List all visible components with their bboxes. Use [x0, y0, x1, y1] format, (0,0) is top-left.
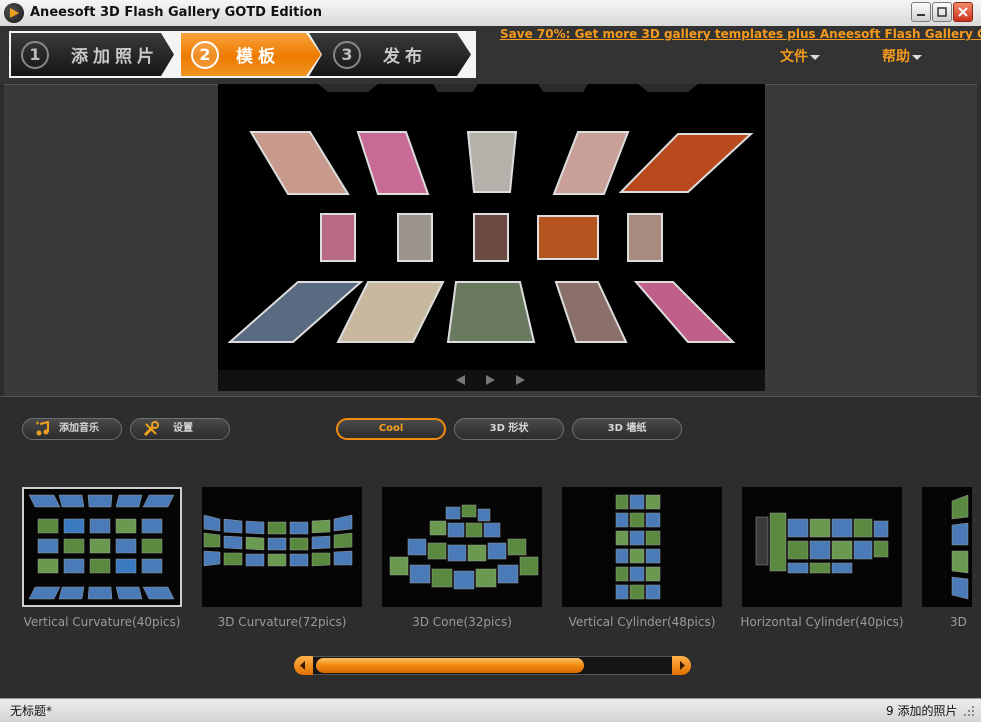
maximize-icon — [937, 7, 947, 17]
chevron-down-icon — [810, 54, 820, 60]
tab-3d-wallpaper[interactable]: 3D 墙纸 — [572, 418, 682, 440]
photo-row-top — [249, 131, 754, 195]
close-icon — [958, 7, 968, 17]
scroll-right-button[interactable] — [672, 656, 691, 675]
chevron-down-icon — [912, 54, 922, 60]
step-publish[interactable]: 3 发布 — [309, 33, 471, 76]
document-status: 无标题* — [10, 704, 53, 718]
minimize-button[interactable] — [911, 2, 931, 22]
template-name: Horizontal Cylinder(40pics) — [740, 615, 904, 629]
template-thumbnail — [389, 504, 539, 590]
template-vertical-curvature[interactable] — [22, 487, 182, 607]
template-name: 3D — [950, 615, 967, 629]
close-button[interactable] — [953, 2, 973, 22]
add-music-label: 添加音乐 — [59, 423, 99, 434]
window-title: Aneesoft 3D Flash Gallery GOTD Edition — [30, 5, 322, 20]
play-icon[interactable] — [486, 375, 495, 385]
minimize-icon — [917, 14, 925, 16]
template-3d-curvature[interactable] — [202, 487, 362, 607]
step-label: 模板 — [236, 47, 280, 67]
template-3d-cone[interactable] — [382, 487, 542, 607]
template-thumbnail — [951, 494, 969, 600]
photo-row-middle — [320, 213, 663, 262]
gallery-preview[interactable] — [218, 84, 765, 391]
menu-file[interactable]: 文件 — [780, 46, 820, 66]
app-logo-icon — [4, 3, 24, 23]
step-label: 添加照片 — [71, 47, 159, 67]
step-add-photos[interactable]: 1 添加照片 — [11, 33, 174, 76]
preview-navigation — [218, 370, 765, 391]
step-number: 2 — [191, 41, 219, 69]
template-name: 3D Curvature(72pics) — [217, 615, 347, 629]
gallery-preview-canvas — [227, 84, 754, 343]
template-name: Vertical Cylinder(48pics) — [568, 615, 716, 629]
scroll-left-button[interactable] — [294, 656, 313, 675]
music-icon — [36, 421, 49, 436]
tools-icon — [143, 421, 159, 437]
menu-help-label: 帮助 — [882, 49, 910, 65]
template-thumbnail — [755, 512, 889, 574]
template-thumbnail — [615, 494, 661, 600]
next-arrow-icon[interactable] — [516, 375, 525, 385]
promo-link[interactable]: Save 70%: Get more 3D gallery templates … — [500, 27, 981, 41]
step-label: 发布 — [383, 47, 427, 67]
template-horizontal-cylinder[interactable] — [742, 487, 902, 607]
maximize-button[interactable] — [932, 2, 952, 22]
resize-grip-icon[interactable] — [960, 702, 976, 718]
template-thumbnail — [203, 514, 353, 567]
template-3d-partial[interactable] — [922, 487, 972, 607]
add-music-button[interactable]: 添加音乐 — [22, 418, 122, 440]
scrollbar-thumb[interactable] — [316, 658, 584, 673]
previous-arrow-icon[interactable] — [456, 375, 465, 385]
settings-label: 设置 — [173, 423, 193, 434]
template-name: Vertical Curvature(40pics) — [23, 615, 181, 629]
template-strip: Vertical Curvature(40pics) 3D Curvature(… — [4, 470, 972, 640]
template-thumbnail — [28, 494, 175, 600]
tab-cool[interactable]: Cool — [336, 418, 446, 440]
status-bar — [0, 698, 981, 722]
arrow-right-icon — [680, 661, 685, 670]
step-number: 1 — [21, 41, 49, 69]
tab-3d-shape[interactable]: 3D 形状 — [454, 418, 564, 440]
template-vertical-cylinder[interactable] — [562, 487, 722, 607]
arrow-left-icon — [300, 661, 305, 670]
step-template[interactable]: 2 模板 — [181, 33, 321, 76]
step-navigation: 1 添加照片 2 模板 3 发布 — [9, 31, 476, 78]
menu-file-label: 文件 — [780, 49, 808, 65]
template-name: 3D Cone(32pics) — [412, 615, 512, 629]
photo-count-status: 9 添加的照片 — [886, 704, 958, 718]
divider — [0, 396, 981, 397]
settings-button[interactable]: 设置 — [130, 418, 230, 440]
step-number: 3 — [333, 41, 361, 69]
menu-help[interactable]: 帮助 — [882, 46, 922, 66]
photo-row-bottom — [227, 281, 736, 343]
